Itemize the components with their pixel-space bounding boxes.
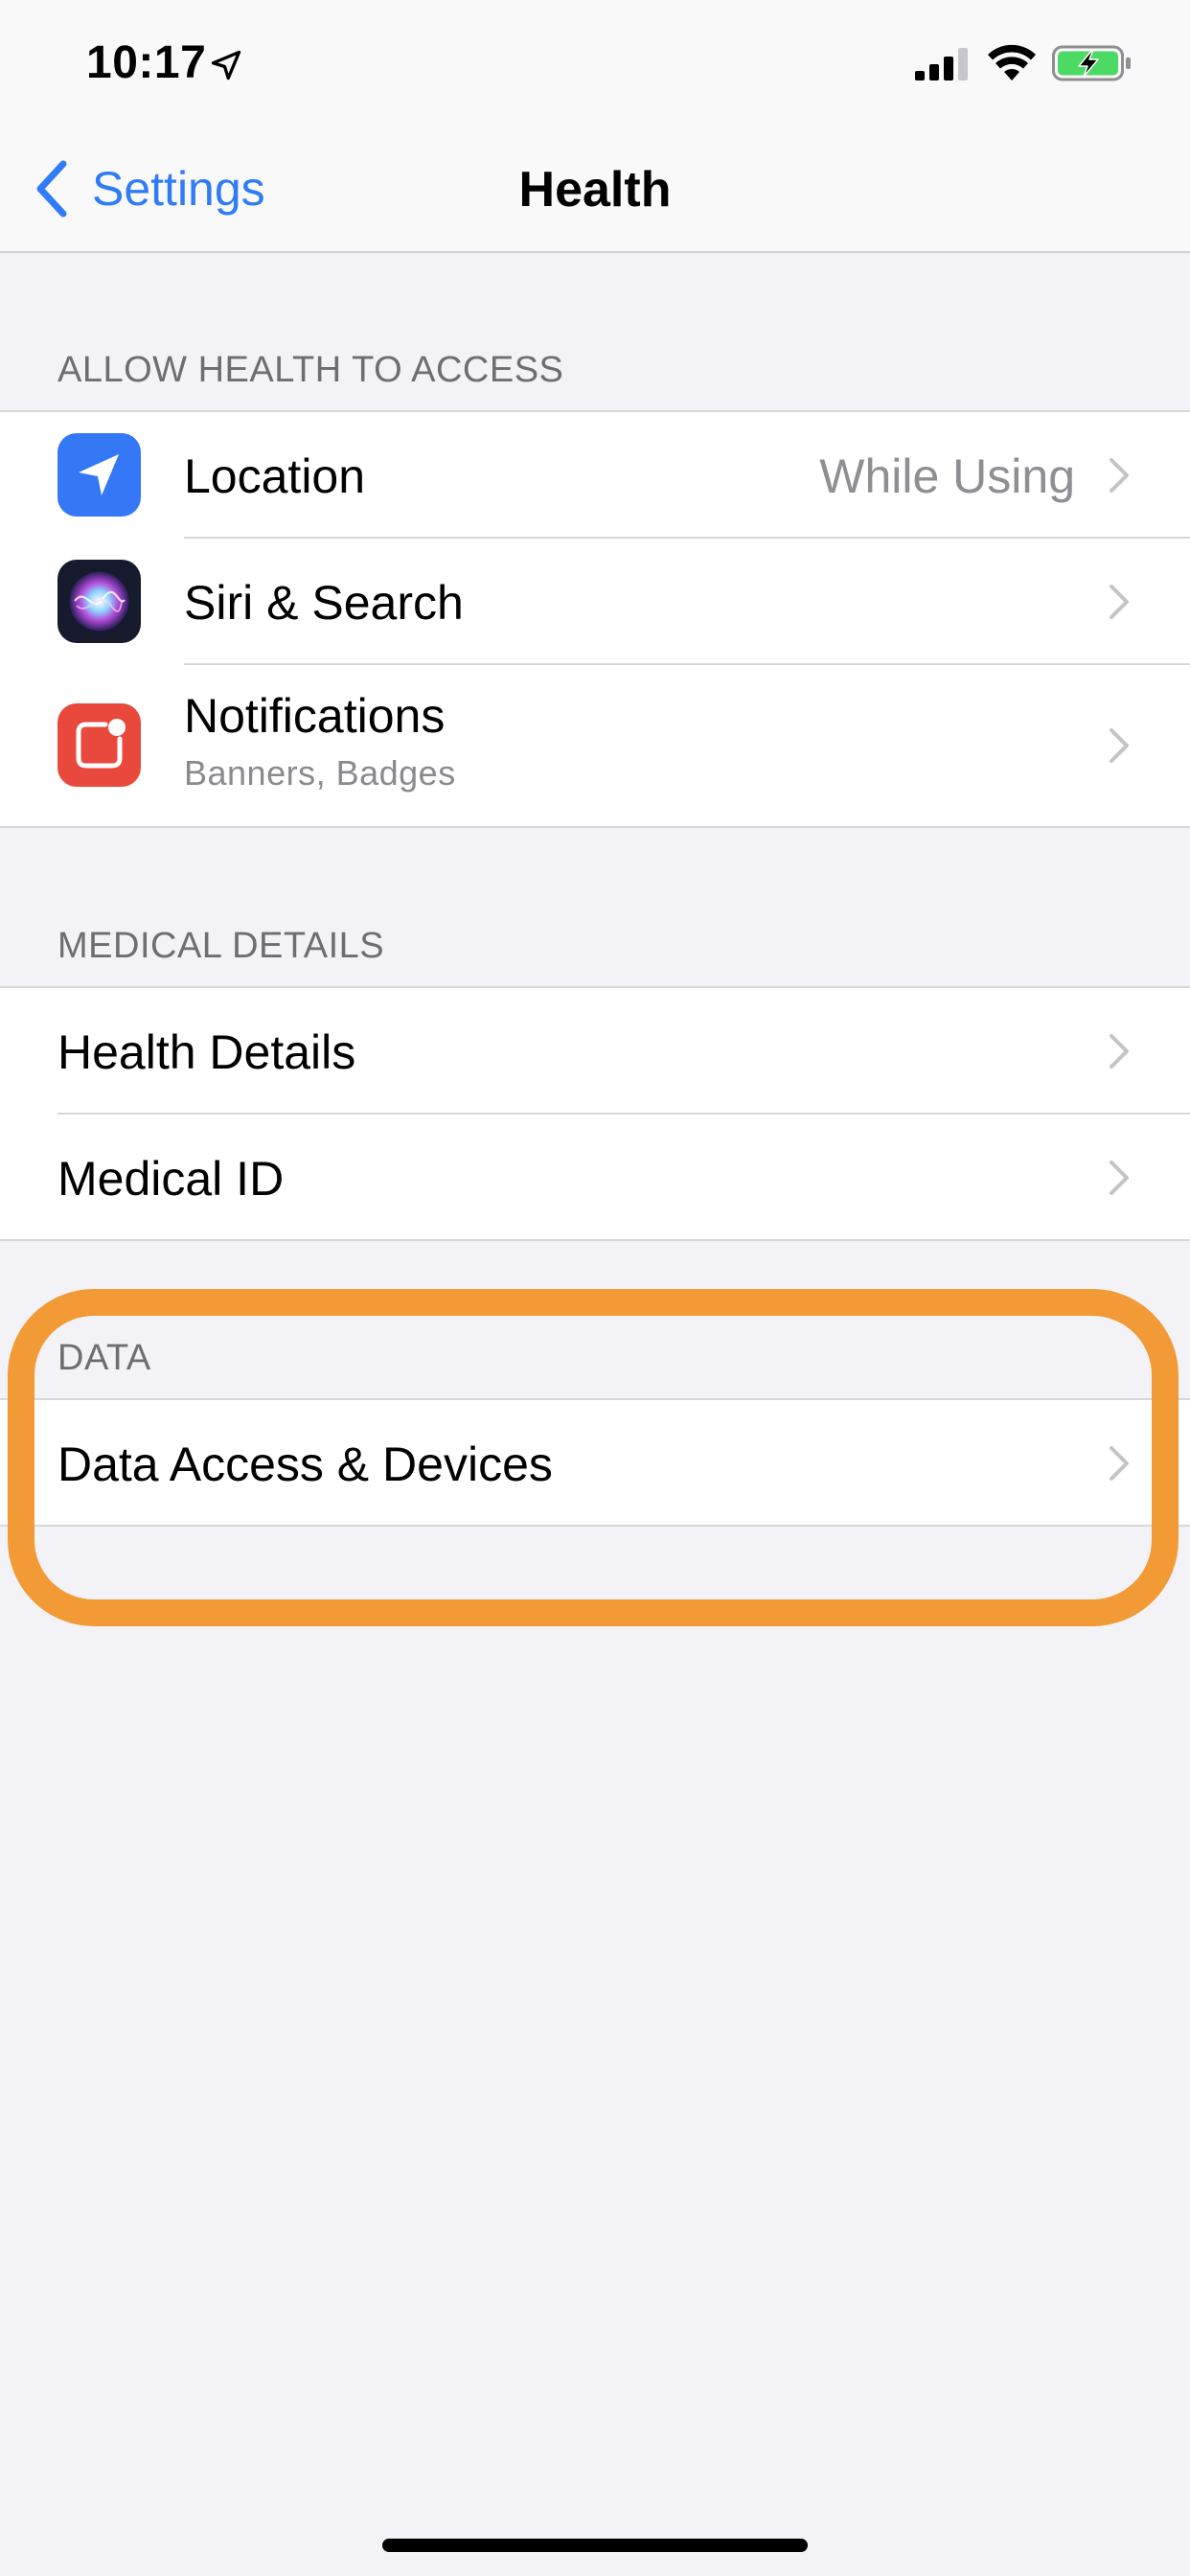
data-access-devices-row[interactable]: Data Access & Devices xyxy=(0,1400,1190,1527)
allow-access-group: Location While Using Siri & Search Notif… xyxy=(0,410,1190,828)
chevron-right-icon xyxy=(1110,585,1129,619)
home-indicator xyxy=(382,2539,808,2552)
chevron-right-icon xyxy=(1110,1034,1129,1069)
status-bar: 10:17 xyxy=(0,0,1190,126)
page-title: Health xyxy=(518,162,672,218)
battery-charging-icon xyxy=(1052,45,1131,81)
status-time: 10:17 xyxy=(86,37,207,88)
notifications-subtitle: Banners, Badges xyxy=(184,753,456,793)
data-group: Data Access & Devices xyxy=(0,1398,1190,1527)
medical-details-group: Health Details Medical ID xyxy=(0,986,1190,1241)
section-header-medical-details: MEDICAL DETAILS xyxy=(57,926,385,966)
location-row[interactable]: Location While Using xyxy=(0,412,1190,539)
notifications-row[interactable]: Notifications Banners, Badges xyxy=(0,665,1190,826)
health-details-label: Health Details xyxy=(57,1025,356,1079)
medical-id-label: Medical ID xyxy=(57,1152,285,1206)
wifi-icon xyxy=(988,44,1036,80)
health-details-row[interactable]: Health Details xyxy=(0,988,1190,1115)
notifications-icon xyxy=(57,703,141,787)
navigation-bar: Settings Health xyxy=(0,126,1190,253)
notifications-label: Notifications xyxy=(184,689,446,743)
section-header-allow-access: ALLOW HEALTH TO ACCESS xyxy=(57,350,564,390)
location-arrow-icon xyxy=(57,433,141,517)
medical-id-row[interactable]: Medical ID xyxy=(0,1115,1190,1241)
data-access-devices-label: Data Access & Devices xyxy=(57,1438,553,1491)
siri-icon xyxy=(57,560,141,643)
siri-search-label: Siri & Search xyxy=(184,576,464,630)
siri-search-row[interactable]: Siri & Search xyxy=(0,539,1190,665)
location-services-icon xyxy=(211,50,241,80)
section-header-data: DATA xyxy=(57,1338,151,1378)
location-value: While Using xyxy=(819,449,1075,503)
chevron-right-icon xyxy=(1110,728,1129,763)
chevron-right-icon xyxy=(1110,458,1129,493)
location-label: Location xyxy=(184,449,366,503)
chevron-right-icon xyxy=(1110,1161,1129,1195)
cellular-signal-icon xyxy=(915,48,968,80)
chevron-right-icon xyxy=(1110,1446,1129,1481)
